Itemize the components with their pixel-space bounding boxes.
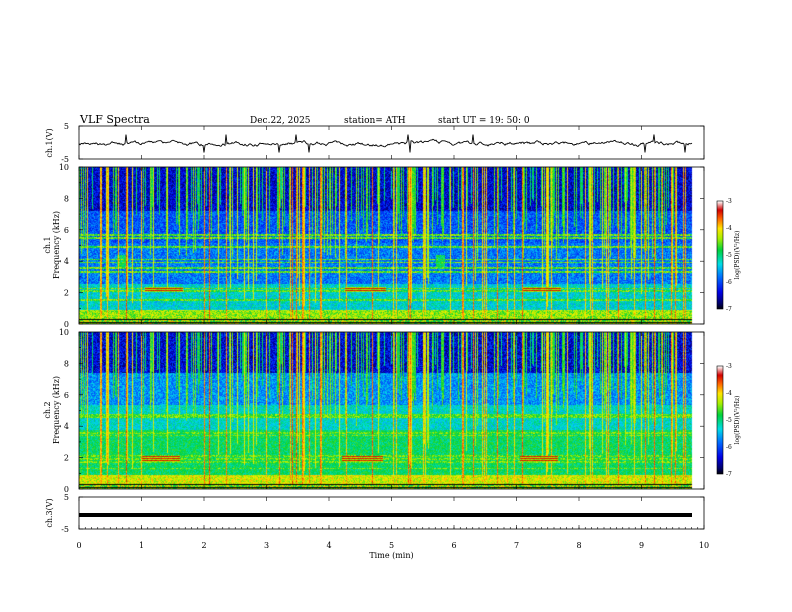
ch1-spectrogram-ylabel-channel: ch.1 [43,236,52,253]
ch2-spectrogram-ytick: 8 [64,359,69,368]
ch3-waveform-ytick: 5 [64,493,69,502]
ch2-spectrogram-ytick: 4 [64,422,69,431]
time-axis: 0 1 2 3 4 5 6 7 8 9 10 Time (min) [76,541,709,560]
ch3-waveform-ylabel: ch.3(V) [45,498,54,527]
ch2-colorbar-tick: -4 [726,390,732,397]
ch1-spectrogram-ylabel-frequency: Frequency (kHz) [52,211,61,279]
ch2-colorbar-tick: -3 [726,363,732,370]
ch1-colorbar-tick: -7 [726,306,732,313]
ch1-waveform-line [78,134,693,153]
ch1-waveform-ytick: 5 [64,122,69,131]
x-tick-label: 8 [576,541,581,550]
ch2-spectrogram-heatmap [79,332,704,489]
ch2-colorbar-tick: -5 [726,417,732,424]
ch1-spectrogram-ytick: 8 [64,194,69,203]
ch2-spectrogram-ylabel-frequency: Frequency (kHz) [52,376,61,444]
station-label: station= ATH [344,116,406,126]
x-tick-label: 1 [139,541,144,550]
ch2-spectrogram-panel: ch.2 Frequency (kHz) 0 2 4 6 8 10 -3 -4 … [43,328,741,494]
ch1-colorbar-tick: -5 [726,252,732,259]
ch2-colorbar-label: log(PSD)(V²/Hz) [734,396,741,445]
ch3-waveform-ytick: -5 [61,525,69,534]
ch1-spectrogram-heatmap [79,167,704,324]
x-tick-label: 0 [76,541,81,550]
ch1-colorbar [717,201,723,309]
x-tick-label: 4 [326,541,331,550]
ch1-spectrogram-ytick: 6 [64,226,69,235]
ch2-spectrogram-ytick: 6 [64,391,69,400]
figure-title: VLF Spectra [79,113,150,126]
ch1-colorbar-tick: -3 [726,198,732,205]
ch1-spectrogram-panel: ch.1 Frequency (kHz) 0 2 4 6 8 10 -3 -4 … [43,163,741,329]
date-label: Dec.22, 2025 [250,116,311,126]
x-tick-label: 9 [639,541,644,550]
ch1-waveform-ylabel: ch.1(V) [45,128,54,157]
x-tick-label: 7 [514,541,519,550]
x-tick-label: 2 [201,541,206,550]
ch1-colorbar-tick: -4 [726,225,732,232]
ch1-colorbar-tick: -6 [726,279,732,286]
ch1-spectrogram-ytick: 2 [64,289,69,298]
ch2-spectrogram-ytick: 2 [64,454,69,463]
start-time-label: start UT = 19: 50: 0 [438,116,530,126]
ch1-waveform-panel: ch.1(V) 5 -5 [45,122,705,164]
ch1-colorbar-label: log(PSD)(V²/Hz) [734,231,741,280]
ch2-colorbar-tick: -7 [726,471,732,478]
ch3-waveform-panel: ch.3(V) 5 -5 [45,493,705,534]
ch2-spectrogram-ylabel-channel: ch.2 [43,401,52,418]
x-tick-label: 3 [264,541,269,550]
x-axis-label: Time (min) [369,551,413,560]
ch1-spectrogram-ytick: 4 [64,257,69,266]
ch2-colorbar [717,366,723,474]
ch1-spectrogram-ytick: 10 [59,163,69,172]
ch2-spectrogram-ytick: 10 [59,328,69,337]
vlf-figure: VLF Spectra Dec.22, 2025 station= ATH st… [43,113,741,560]
x-tick-label: 5 [389,541,394,550]
ch2-colorbar-tick: -6 [726,444,732,451]
ch1-waveform-frame [78,125,705,160]
x-tick-label: 10 [699,541,709,550]
x-tick-label: 6 [451,541,456,550]
